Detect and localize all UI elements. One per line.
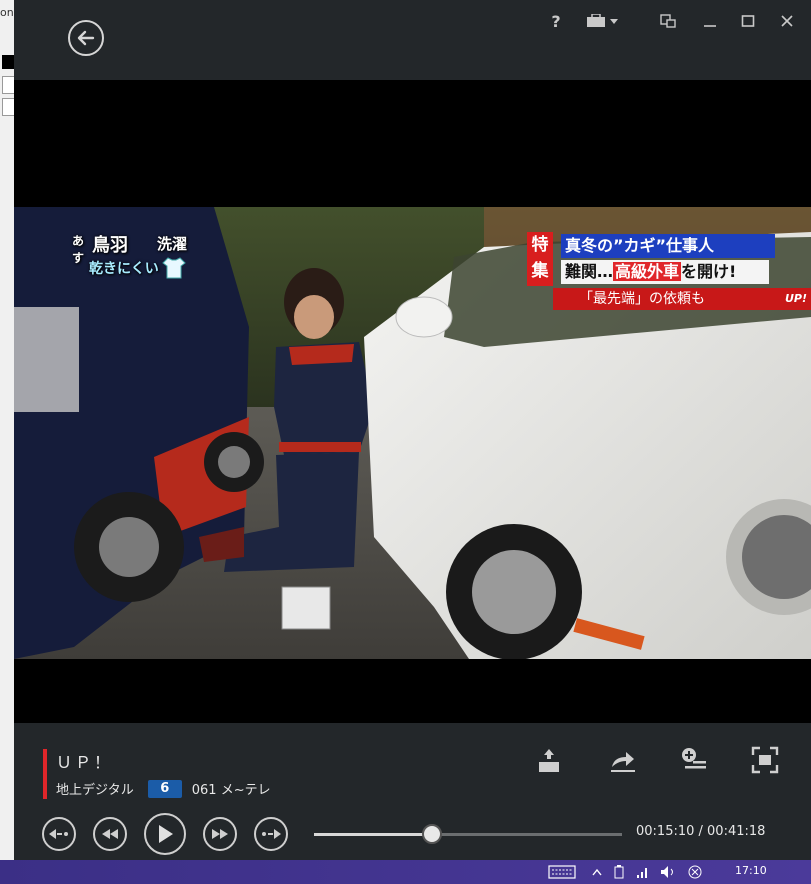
- program-title: ＵＰ！: [56, 753, 114, 772]
- arrow-left-icon: [77, 30, 95, 46]
- background-window-swatch: [2, 55, 14, 69]
- background-window-edge: on: [0, 0, 15, 860]
- close-icon: [781, 15, 793, 27]
- channel-logo: 6: [147, 779, 182, 798]
- skip-back-button[interactable]: [42, 817, 76, 851]
- control-panel: ＵＰ！ 地上デジタル 6 061 メ~テレ 00:15:10 / 00:41:1…: [14, 723, 811, 860]
- chevron-up-icon[interactable]: [592, 868, 602, 876]
- fast-forward-icon: [212, 829, 228, 839]
- weather-hint: あす: [72, 234, 85, 265]
- title-bar: ?: [14, 0, 811, 80]
- help-icon: ?: [551, 11, 561, 31]
- news-telop: 特集 真冬の”カギ”仕事人 難関… 高級外車 を開け! 「最先端」の依頼も UP!: [527, 232, 811, 312]
- toolbox-icon: [587, 14, 618, 27]
- tv-player-window: ? あす 鳥羽 洗濯 乾きにくい 特集 真冬の”カギ”仕事人 難関… 高級外車 …: [14, 0, 811, 860]
- shirt-icon: [162, 257, 186, 279]
- battery-plug-icon[interactable]: [612, 865, 626, 879]
- rewind-icon: [102, 829, 118, 839]
- channel-info: 地上デジタル 6 061 メ~テレ: [56, 779, 271, 798]
- headline-line-1: 真冬の”カギ”仕事人: [561, 234, 775, 258]
- add-list-icon: [682, 748, 706, 769]
- skip-back-icon: [49, 829, 68, 839]
- minimize-button[interactable]: [702, 10, 718, 32]
- telop-subline: 「最先端」の依頼も: [579, 291, 705, 307]
- headline-prefix: 難関…: [565, 262, 614, 281]
- minimize-icon: [704, 25, 716, 27]
- add-to-playlist-button[interactable]: [679, 745, 709, 775]
- share-icon: [611, 752, 635, 772]
- rewind-button[interactable]: [93, 817, 127, 851]
- tools-menu-button[interactable]: [586, 10, 620, 32]
- help-button[interactable]: ?: [548, 10, 564, 32]
- fullscreen-button[interactable]: [750, 745, 780, 775]
- maximize-button[interactable]: [740, 10, 756, 32]
- notification-icon[interactable]: [688, 865, 702, 879]
- mini-mode-button[interactable]: [659, 10, 677, 32]
- broadcast-frame: あす 鳥羽 洗濯 乾きにくい 特集 真冬の”カギ”仕事人 難関… 高級外車 を開け!…: [14, 207, 811, 659]
- seek-bar-progress: [314, 833, 432, 836]
- share-button[interactable]: [608, 745, 638, 775]
- headline-highlight: 高級外車: [613, 262, 682, 281]
- picture-in-picture-icon: [660, 14, 676, 28]
- keyboard-icon[interactable]: [548, 865, 576, 879]
- weather-advice: 乾きにくい: [89, 261, 159, 277]
- telop-subline-bar: 「最先端」の依頼も UP!: [553, 288, 811, 310]
- headline-suffix: を開け!: [681, 262, 737, 281]
- fullscreen-icon: [751, 746, 779, 774]
- volume-icon[interactable]: [660, 865, 676, 879]
- weather-category: 洗濯: [157, 235, 188, 253]
- play-button[interactable]: [144, 813, 186, 855]
- program-watermark: UP!: [785, 292, 808, 305]
- weather-city: 鳥羽: [92, 235, 128, 256]
- background-window-text: on: [0, 6, 14, 19]
- skip-forward-icon: [262, 829, 281, 839]
- play-icon: [159, 825, 173, 843]
- fast-forward-button[interactable]: [203, 817, 237, 851]
- program-accent-bar: [43, 749, 47, 799]
- signal-icon[interactable]: [636, 865, 650, 879]
- special-feature-badge: 特集: [527, 232, 553, 286]
- headline-line-2: 難関… 高級外車 を開け!: [561, 260, 769, 284]
- windows-taskbar: 17:10: [0, 860, 811, 884]
- maximize-icon: [741, 15, 755, 27]
- broadcast-source: 地上デジタル: [56, 783, 134, 798]
- close-button[interactable]: [779, 10, 795, 32]
- seek-bar[interactable]: [314, 824, 622, 844]
- seek-bar-thumb[interactable]: [421, 824, 442, 844]
- video-area[interactable]: あす 鳥羽 洗濯 乾きにくい 特集 真冬の”カギ”仕事人 難関… 高級外車 を開け!…: [14, 80, 811, 723]
- eject-icon: [539, 749, 559, 772]
- system-clock[interactable]: 17:10: [735, 864, 767, 877]
- skip-forward-button[interactable]: [254, 817, 288, 851]
- channel-name: 061 メ~テレ: [191, 783, 271, 798]
- back-button[interactable]: [68, 20, 104, 56]
- eject-button[interactable]: [534, 745, 564, 775]
- playback-time: 00:15:10 / 00:41:18: [636, 824, 766, 839]
